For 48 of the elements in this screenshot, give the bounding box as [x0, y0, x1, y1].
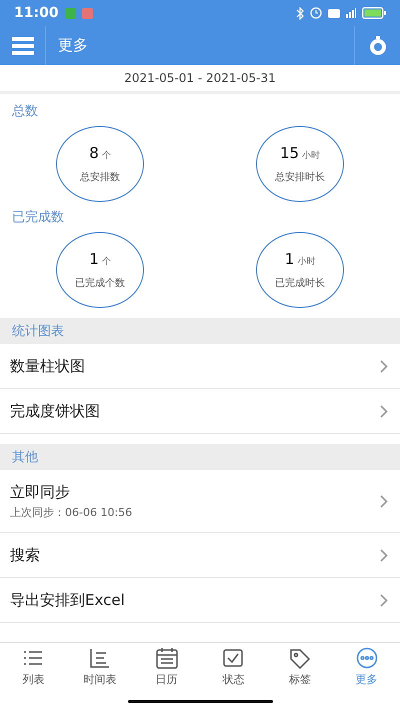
bluetooth-icon	[296, 6, 304, 20]
settings-row[interactable]: 搜索	[0, 533, 400, 578]
more-icon	[354, 647, 379, 669]
settings-row[interactable]: 完成度饼状图	[0, 389, 400, 434]
row-label: 数量柱状图	[10, 356, 85, 376]
stat-value: 1 小时	[284, 250, 316, 268]
stat-label: 已完成个数	[75, 276, 125, 290]
nav-tab[interactable]: 状态	[200, 643, 267, 691]
tag-icon	[288, 647, 312, 669]
battery-icon	[362, 7, 386, 19]
stat-label: 总安排数	[80, 170, 120, 184]
row-subtitle: 上次同步：06-06 10:56	[10, 504, 132, 520]
settings-row[interactable]: 导出安排到Excel	[0, 578, 400, 623]
row-label: 完成度饼状图	[10, 402, 100, 420]
date-range: 2021-05-01 - 2021-05-31	[124, 71, 276, 85]
stat-group-title: 已完成数	[11, 209, 65, 227]
chevron-right-icon	[380, 360, 388, 372]
nav-tab[interactable]: 标签	[266, 643, 334, 691]
row-label: 立即同步	[10, 482, 71, 502]
screen-title: 更多	[57, 36, 89, 55]
calendar-icon	[154, 647, 179, 669]
status-time: 11:00	[14, 5, 59, 21]
section-header: 其他	[0, 444, 400, 470]
status-icon	[221, 647, 246, 669]
stat-value: 1 个	[89, 250, 111, 268]
stat-value: 8 个	[89, 144, 111, 162]
nav-tab[interactable]: 列表	[0, 643, 67, 691]
signal-icon	[346, 8, 356, 18]
stat-label: 总安排时长	[275, 170, 325, 184]
menu-icon	[12, 36, 34, 54]
app-notification-icon	[64, 8, 76, 18]
section-header: 统计图表	[0, 318, 400, 344]
chevron-right-icon	[380, 404, 388, 418]
calendar-notification-icon	[82, 8, 93, 18]
nav-tab[interactable]: 日历	[133, 643, 200, 691]
nav-tab[interactable]: 时间表	[66, 643, 134, 691]
settings-row[interactable]: 立即同步 上次同步：06-06 10:56	[0, 470, 400, 533]
chevron-right-icon	[380, 594, 388, 606]
timeline-icon	[88, 647, 112, 669]
stat-label: 已完成时长	[275, 276, 325, 290]
row-label: 搜索	[10, 546, 40, 564]
chevron-right-icon	[380, 548, 388, 562]
row-label: 导出安排到Excel	[10, 590, 125, 610]
stat-value: 15 小时	[280, 144, 320, 162]
stat-group-title: 总数	[11, 103, 39, 121]
settings-row[interactable]: 数量柱状图	[0, 344, 400, 389]
chevron-right-icon	[380, 494, 388, 508]
alarm-icon	[310, 7, 322, 19]
